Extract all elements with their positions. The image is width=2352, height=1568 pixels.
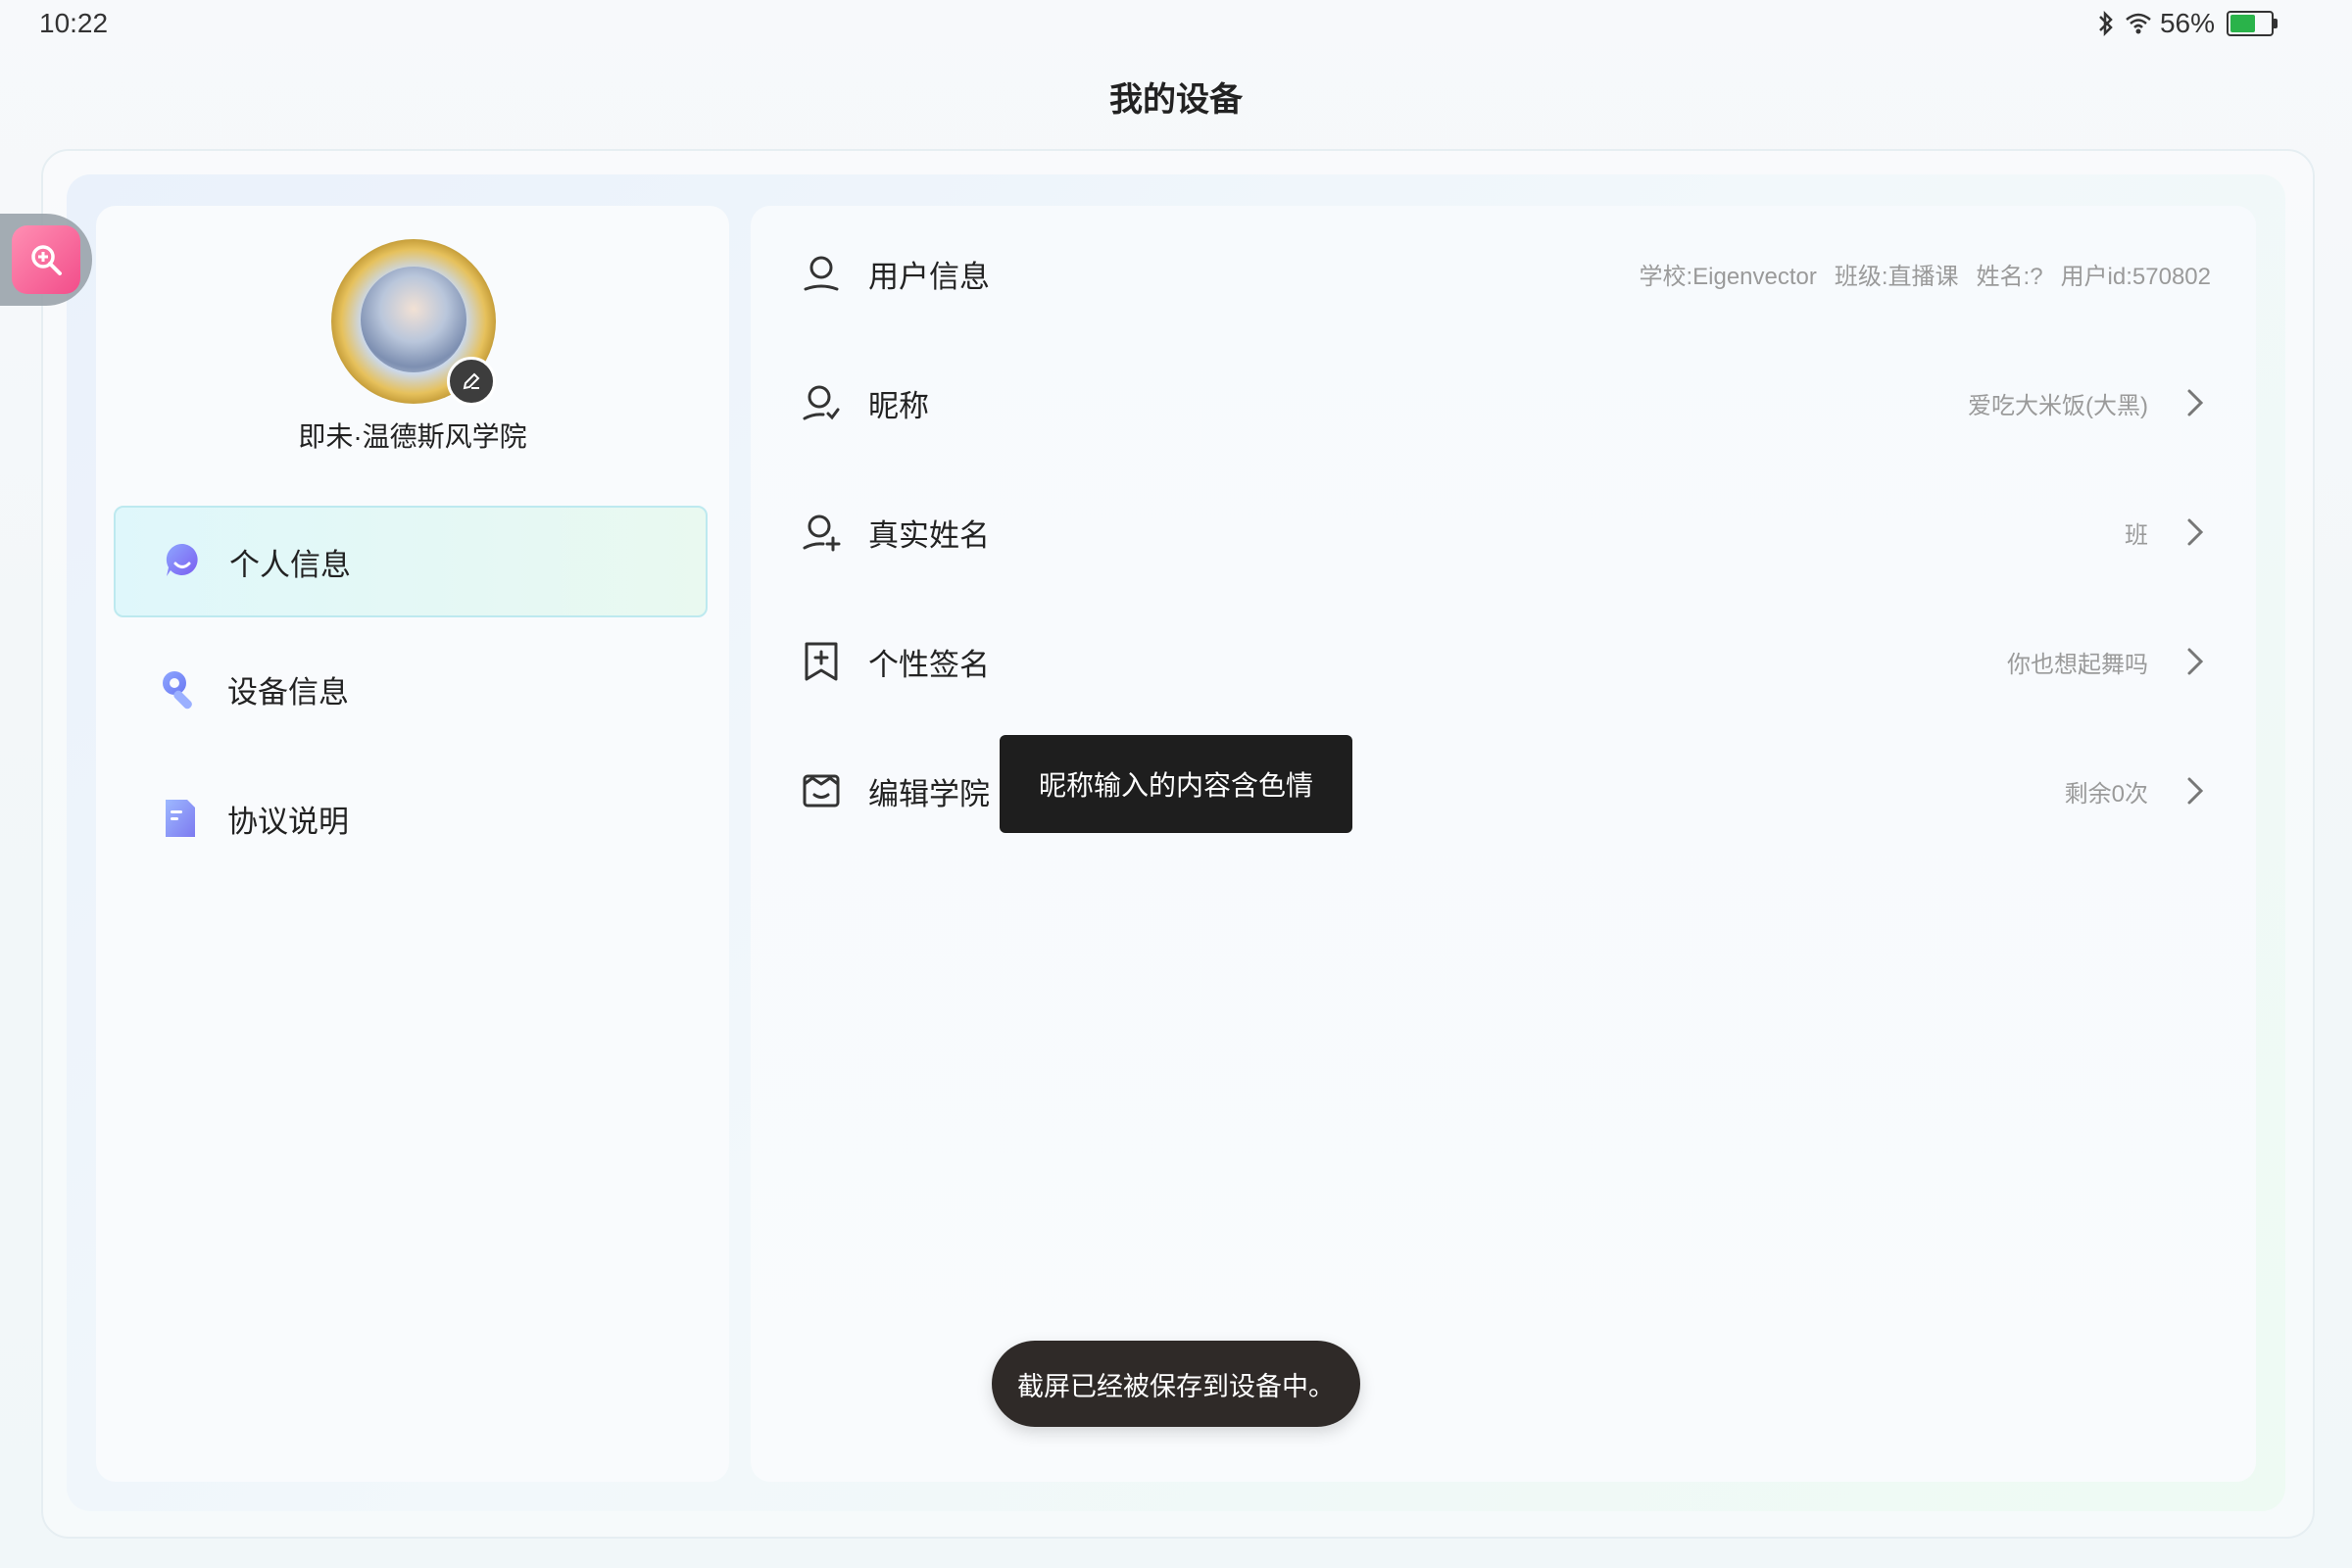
user-info-label: 用户信息 [868,259,990,294]
class-value: 班级:直播课 [1834,263,1959,290]
bluetooth-icon [2099,10,2113,37]
battery-icon [2227,11,2278,36]
zoom-in-icon [31,245,62,275]
bookmark-plus-icon [805,642,838,681]
real-name-label: 真实姓名 [868,517,990,553]
avatar[interactable] [331,239,496,406]
avatar-photo [361,267,466,372]
battery-percent: 56% [2159,8,2215,38]
nickname-row[interactable]: 昵称 爱吃大米饭(大黑) [751,354,2256,452]
status-icons: 56% [2095,8,2278,39]
person-chat-icon [166,543,198,576]
nickname-value: 爱吃大米饭(大黑) [1968,392,2148,419]
chevron-right-icon [2187,518,2204,546]
details-panel: 用户信息 学校:Eigenvector 班级:直播课 姓名:? 用户id:570… [751,206,2256,1482]
sidebar-item-label: 协议说明 [227,804,349,839]
name-value: 姓名:? [1976,263,2043,290]
nickname-warning-tooltip: 昵称输入的内容含色情 [1000,735,1352,833]
sidebar-item-label: 设备信息 [227,674,349,710]
user-id-value: 用户id:570802 [2060,263,2211,290]
user-icon [804,256,839,291]
edit-avatar-button[interactable] [447,357,496,406]
academy-row[interactable]: 编辑学院 剩余0次 [751,742,2256,840]
user-add-icon [803,514,841,552]
user-edit-icon [803,385,840,420]
document-icon [166,800,195,837]
screenshot-toast: 截屏已经被保存到设备中。 [992,1341,1360,1427]
signature-value: 你也想起舞吗 [2007,651,2148,678]
sidebar-item-agreement[interactable]: 协议说明 [114,762,708,874]
sidebar-item-device-info[interactable]: 设备信息 [114,633,708,745]
pencil-icon [463,372,480,390]
real-name-row[interactable]: 真实姓名 班 [751,483,2256,581]
chevron-right-icon [2187,777,2204,805]
magnifier-button[interactable] [12,225,80,294]
status-bar: 10:22 56% [0,0,2352,49]
academy-label: 编辑学院 [868,776,990,811]
building-icon [803,774,840,808]
sidebar-item-personal-info[interactable]: 个人信息 [114,506,708,617]
sidebar-item-label: 个人信息 [229,547,351,582]
status-time: 10:22 [39,8,109,38]
chevron-right-icon [2187,389,2204,416]
wrench-icon [163,671,192,710]
school-value: 学校:Eigenvector [1639,263,1817,290]
real-name-value: 班 [2125,521,2148,549]
signature-label: 个性签名 [868,647,990,682]
user-info-row: 用户信息 学校:Eigenvector 班级:直播课 姓名:? 用户id:570… [751,224,2256,322]
battery-fill [2230,15,2255,32]
wifi-icon [2126,13,2151,34]
signature-row[interactable]: 个性签名 你也想起舞吗 [751,612,2256,710]
page-title: 我的设备 [1109,81,1243,119]
chevron-right-icon [2187,648,2204,675]
user-info-values: 学校:Eigenvector 班级:直播课 姓名:? 用户id:570802 [1639,257,2211,291]
academy-value: 剩余0次 [2064,780,2148,808]
nickname-label: 昵称 [868,388,929,423]
academy-name: 即未·温德斯风学院 [298,421,527,452]
profile-sidebar: 即未·温德斯风学院 个人信息 设备信息 协议说明 [96,206,729,1482]
